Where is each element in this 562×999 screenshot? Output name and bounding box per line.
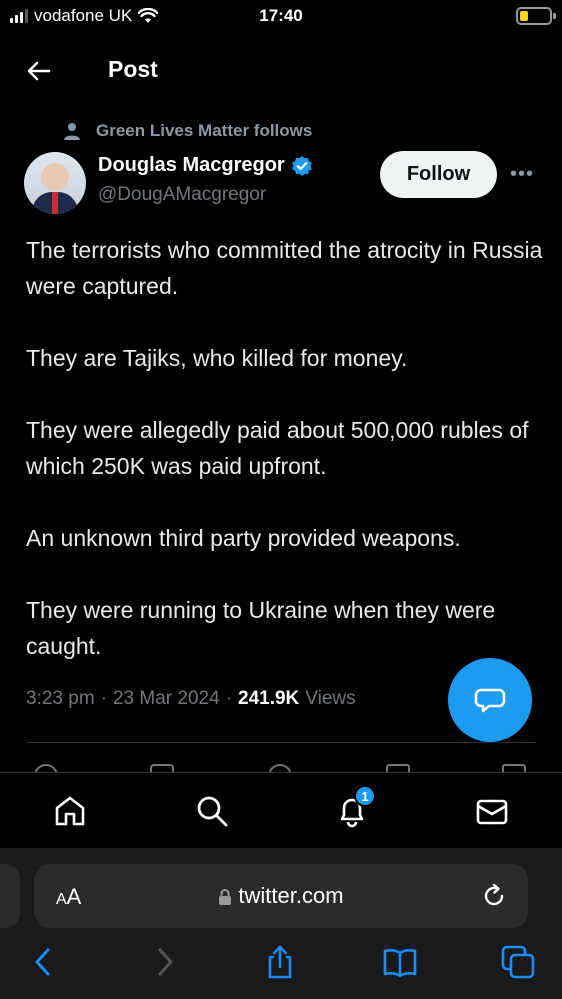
tweet-paragraph: They are Tajiks, who killed for money. <box>26 345 408 371</box>
browser-forward-button[interactable] <box>146 944 182 980</box>
chat-bubble-icon <box>474 688 506 713</box>
nav-messages[interactable] <box>474 793 510 829</box>
avatar[interactable] <box>24 152 86 214</box>
status-bar: vodafone UK 17:40 <box>0 0 562 34</box>
bottom-nav: 1 <box>0 772 562 848</box>
more-options-icon[interactable]: ••• <box>510 163 540 187</box>
browser-back-button[interactable] <box>26 944 62 980</box>
verified-badge-icon <box>291 155 312 176</box>
share-icon <box>268 945 292 979</box>
url-text: twitter.com <box>238 883 344 908</box>
author-handle[interactable]: @DougAMacgregor <box>98 184 266 206</box>
tabs-icon <box>501 945 535 979</box>
person-icon <box>64 123 80 140</box>
previous-tab[interactable] <box>0 864 20 928</box>
compose-reply-button[interactable] <box>448 658 532 742</box>
arrow-left-icon <box>27 61 51 81</box>
follow-button[interactable]: Follow <box>380 151 497 198</box>
tweet-time[interactable]: 3:23 pm <box>26 688 95 710</box>
address-bar[interactable]: AA twitter.com <box>34 864 528 928</box>
lock-icon <box>219 889 232 906</box>
bookmark-icon[interactable] <box>386 764 410 772</box>
nav-search[interactable] <box>194 793 230 829</box>
book-icon <box>383 949 417 978</box>
chevron-right-icon <box>158 948 173 976</box>
views-count[interactable]: 241.9K <box>238 688 299 710</box>
clock: 17:40 <box>259 6 303 25</box>
chevron-left-icon <box>35 948 50 976</box>
reload-icon <box>484 883 504 906</box>
bookmarks-button[interactable] <box>382 944 418 980</box>
tweet-text: The terrorists who committed the atrocit… <box>26 232 546 700</box>
mail-icon <box>476 799 508 825</box>
tweet-date[interactable]: 23 Mar 2024 <box>113 688 220 710</box>
social-context[interactable]: Green Lives Matter follows <box>62 121 312 141</box>
tweet-paragraph: An unknown third party provided weapons. <box>26 525 461 551</box>
social-context-text: Green Lives Matter follows <box>96 121 313 140</box>
author-name-text: Douglas Macgregor <box>98 154 285 176</box>
tweet-paragraph: The terrorists who committed the atrocit… <box>26 237 543 299</box>
reply-icon[interactable] <box>34 764 58 772</box>
author-name[interactable]: Douglas Macgregor <box>98 154 313 177</box>
repost-icon[interactable] <box>150 764 174 772</box>
search-icon <box>197 796 228 827</box>
action-bar <box>0 756 562 772</box>
share-icon[interactable] <box>502 764 526 772</box>
divider <box>26 742 536 743</box>
share-button[interactable] <box>262 944 298 980</box>
home-icon <box>55 796 85 826</box>
battery-icon <box>516 7 556 25</box>
tweet-meta: 3:23 pm · 23 Mar 2024 · 241.9K Views <box>26 688 356 710</box>
nav-home[interactable] <box>52 793 88 829</box>
page-title: Post <box>108 56 158 82</box>
post-header: Post <box>0 44 562 96</box>
tweet-paragraph: They were running to Ukraine when they w… <box>26 597 496 659</box>
tabs-button[interactable] <box>500 944 536 980</box>
back-button[interactable] <box>24 56 54 86</box>
notification-badge: 1 <box>354 785 376 807</box>
views-label: Views <box>305 688 356 709</box>
tweet-paragraph: They were allegedly paid about 500,000 r… <box>26 417 529 479</box>
browser-chrome: AA twitter.com <box>0 848 562 999</box>
like-icon[interactable] <box>268 764 292 772</box>
reload-button[interactable] <box>480 882 508 910</box>
nav-notifications[interactable]: 1 <box>334 785 376 829</box>
